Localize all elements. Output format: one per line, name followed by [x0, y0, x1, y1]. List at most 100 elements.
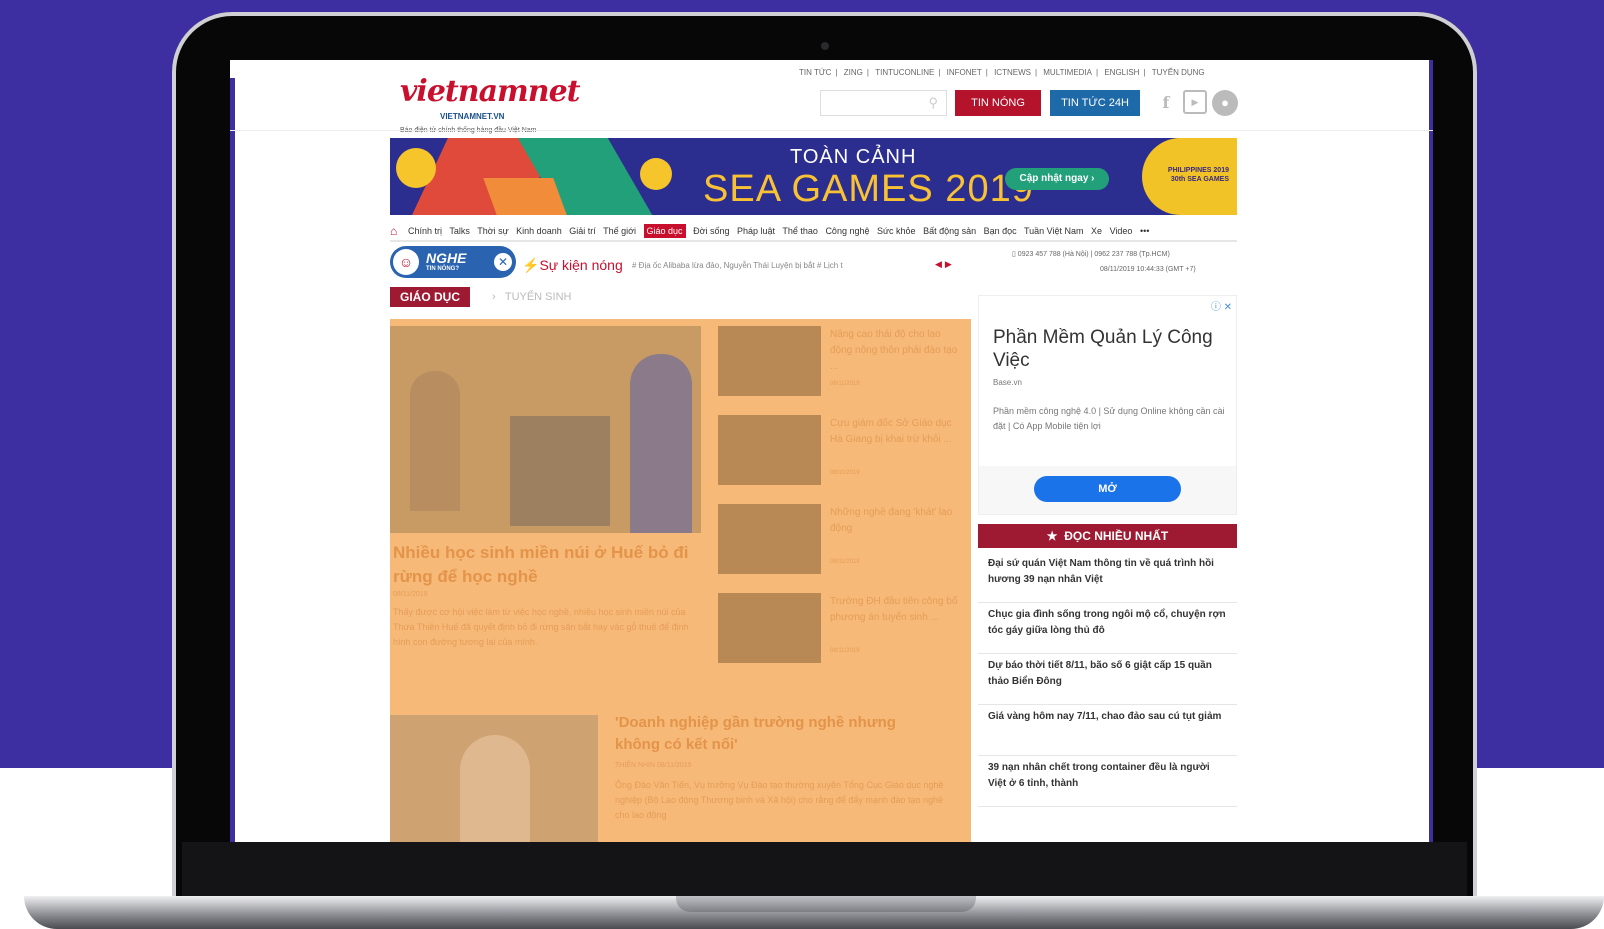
most-read-item[interactable]: Dự báo thời tiết 8/11, bão số 6 giật cấp…: [978, 654, 1237, 705]
news-24h-button[interactable]: TIN TỨC 24H: [1050, 90, 1140, 116]
side-news-item[interactable]: Nâng cao thái độ cho lao động nông thôn …: [718, 326, 968, 398]
nghe-sub-label: TIN NÓNG?: [426, 266, 459, 272]
side-news-title[interactable]: Cựu giám đốc Sở Giáo dục Hà Giang bị kha…: [830, 416, 958, 448]
side-news-item[interactable]: Trường ĐH đầu tiên công bố phương án tuy…: [718, 593, 968, 665]
top-menu-item[interactable]: TIN TỨC: [799, 68, 831, 77]
screen-left-edge: [230, 78, 235, 842]
side-news-date: 08/11/2019: [830, 648, 860, 654]
top-menu-item[interactable]: ICTNEWS: [994, 68, 1031, 77]
second-story-meta: THIỀN NHIN 08/11/2019: [615, 762, 692, 769]
header-divider: [230, 130, 1433, 131]
featured-date: 08/11/2019: [393, 591, 428, 598]
sea-games-badge: PHILIPPINES 2019 30th SEA GAMES: [1142, 138, 1237, 215]
nghe-label: NGHE: [426, 250, 467, 266]
banner-title: TOÀN CẢNH: [790, 146, 917, 168]
side-news-thumbnail[interactable]: [718, 593, 821, 663]
nav-item-ban-doc[interactable]: Bạn đọc: [984, 226, 1017, 236]
nav-item-giai-tri[interactable]: Giải trí: [569, 226, 596, 236]
image-figure: [460, 735, 530, 842]
site-logo[interactable]: vietnamnet VIETNAMNET.VN Báo điện tử chí…: [400, 74, 581, 134]
most-read-title: ĐỌC NHIỀU NHẤT: [1064, 529, 1169, 543]
side-news-item[interactable]: Cựu giám đốc Sở Giáo dục Hà Giang bị kha…: [718, 415, 968, 487]
more-menu-icon[interactable]: •••: [1140, 226, 1149, 236]
side-news-title[interactable]: Những nghề đang 'khát' lao động: [830, 505, 958, 537]
nav-item-phap-luat[interactable]: Pháp luật: [737, 226, 775, 236]
ball-icon: [396, 148, 436, 188]
second-story-image[interactable]: [390, 715, 598, 842]
ad-title[interactable]: Phần Mềm Quản Lý Công Việc: [993, 326, 1229, 372]
search-input[interactable]: ⚲: [820, 90, 947, 116]
top-menu: TIN TỨC | ZING | TINTUCONLINE | INFONET | IC…: [799, 68, 1205, 77]
hotline-text: 0923 457 788 (Hà Nội) | 0962 237 788 (Tp…: [1017, 251, 1170, 258]
nav-item-kinh-doanh[interactable]: Kinh doanh: [516, 226, 562, 236]
hot-events-ticker[interactable]: # Địa ốc Alibaba lừa đảo, Nguyễn Thái Lu…: [632, 261, 843, 270]
image-figure: [510, 416, 610, 526]
banner-headline: SEA GAMES 2019: [703, 168, 1034, 210]
banner-decoration: [483, 178, 567, 215]
side-news-thumbnail[interactable]: [718, 504, 821, 574]
nav-item-giao-duc[interactable]: Giáo dục: [643, 224, 686, 238]
close-icon[interactable]: ✕: [494, 253, 512, 271]
side-news-title[interactable]: Nâng cao thái độ cho lao động nông thôn …: [830, 327, 958, 375]
top-menu-item[interactable]: ENGLISH: [1104, 68, 1139, 77]
top-menu-item[interactable]: TINTUCONLINE: [875, 68, 934, 77]
ad-close-icon[interactable]: ⓘ ✕: [1211, 298, 1232, 313]
breadcrumb-separator: ›: [492, 291, 505, 303]
user-account-icon[interactable]: ●: [1212, 90, 1238, 116]
nav-item-talks[interactable]: Talks: [449, 226, 470, 236]
hot-events-label[interactable]: ⚡Sự kiện nóng: [522, 257, 623, 274]
logo-text: vietnamnet: [400, 74, 581, 109]
featured-summary: Thấy được cơ hội việc làm từ việc học ng…: [393, 607, 689, 647]
top-menu-item[interactable]: INFONET: [947, 68, 982, 77]
next-arrow-icon[interactable]: ▶: [945, 259, 955, 269]
banner-update-button[interactable]: Cập nhật ngay ›: [1005, 168, 1109, 190]
hotline: ▯ 0923 457 788 (Hà Nội) | 0962 237 788 (…: [1012, 250, 1170, 258]
side-news-thumbnail[interactable]: [718, 326, 821, 396]
facebook-icon[interactable]: f: [1153, 90, 1179, 116]
ad-open-button[interactable]: MỞ: [1034, 476, 1181, 502]
nav-item-tuan-viet-nam[interactable]: Tuần Việt Nam: [1024, 226, 1084, 236]
most-read-item[interactable]: Giá vàng hôm nay 7/11, chao đảo sau cú t…: [978, 705, 1237, 756]
advertisement[interactable]: ⓘ ✕ Phần Mềm Quản Lý Công Việc Base.vn P…: [978, 295, 1237, 515]
laptop-bezel-bottom: [182, 842, 1467, 898]
most-read-item[interactable]: Chục gia đình sống trong ngôi mộ cổ, chu…: [978, 603, 1237, 654]
nav-item-bat-dong-san[interactable]: Bất động sản: [923, 226, 976, 236]
reporter-icon: ☺: [393, 249, 419, 275]
most-read-item[interactable]: 39 nạn nhân chết trong container đều là …: [978, 756, 1237, 807]
nav-item-xe[interactable]: Xe: [1091, 226, 1102, 236]
side-news-title[interactable]: Trường ĐH đầu tiên công bố phương án tuy…: [830, 594, 958, 626]
nav-item-the-thao[interactable]: Thể thao: [782, 226, 818, 236]
nav-item-doi-song[interactable]: Đời sống: [693, 226, 729, 236]
side-news-thumbnail[interactable]: [718, 415, 821, 485]
nav-item-cong-nghe[interactable]: Công nghệ: [825, 226, 869, 236]
nav-item-suc-khoe[interactable]: Sức khỏe: [877, 226, 916, 236]
hot-events-text: Sự kiện nóng: [539, 257, 623, 273]
ticker-arrows[interactable]: ◀▶: [935, 259, 955, 270]
badge-text: PHILIPPINES 2019 30th SEA GAMES: [1167, 167, 1229, 183]
sea-games-banner[interactable]: TOÀN CẢNH SEA GAMES 2019 Cập nhật ngay ›…: [390, 138, 1237, 215]
hot-news-widget[interactable]: ☺ NGHE TIN NÓNG? ✕: [390, 246, 516, 278]
second-story-title[interactable]: 'Doanh nghiệp gần trường nghề nhưng khôn…: [615, 712, 945, 756]
subsection-link[interactable]: › TUYỂN SINH: [492, 291, 571, 303]
top-menu-item[interactable]: ZING: [844, 68, 863, 77]
top-menu-item[interactable]: TUYỂN DỤNG: [1152, 68, 1205, 77]
section-label[interactable]: GIÁO DỤC: [390, 287, 470, 307]
search-icon[interactable]: ⚲: [928, 95, 938, 111]
most-read-item[interactable]: Đại sứ quán Việt Nam thông tin về quá tr…: [978, 552, 1237, 603]
prev-arrow-icon[interactable]: ◀: [935, 259, 945, 269]
logo-sub: VIETNAMNET.VN: [440, 112, 505, 121]
image-figure: [630, 354, 692, 533]
youtube-icon[interactable]: ▶: [1183, 90, 1207, 114]
nav-item-chinh-tri[interactable]: Chính trị: [408, 226, 442, 236]
home-icon[interactable]: ⌂: [390, 224, 397, 238]
featured-title[interactable]: Nhiều học sinh miền núi ở Huế bỏ đi rừng…: [393, 541, 693, 589]
featured-image[interactable]: [390, 326, 701, 533]
side-news-date: 08/11/2019: [830, 470, 860, 476]
nav-item-the-gioi[interactable]: Thế giới: [603, 226, 636, 236]
most-read-list: Đại sứ quán Việt Nam thông tin về quá tr…: [978, 552, 1237, 807]
nav-item-thoi-su[interactable]: Thời sự: [477, 226, 508, 236]
top-menu-item[interactable]: MULTIMEDIA: [1043, 68, 1092, 77]
side-news-item[interactable]: Những nghề đang 'khát' lao động 08/11/20…: [718, 504, 968, 576]
hot-news-button[interactable]: TIN NÓNG: [955, 90, 1041, 116]
nav-item-video[interactable]: Video: [1110, 226, 1133, 236]
